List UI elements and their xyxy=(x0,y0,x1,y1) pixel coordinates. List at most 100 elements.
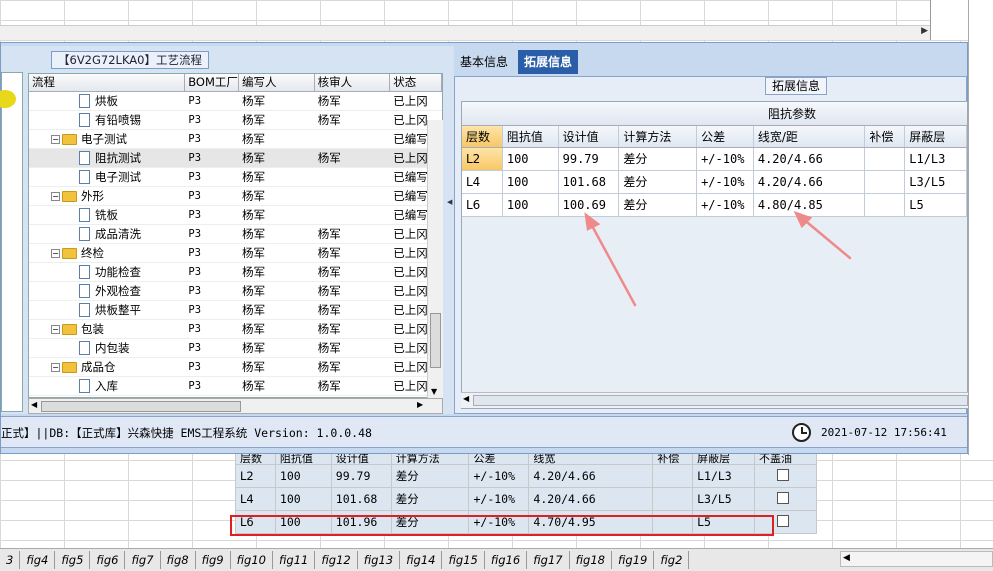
process-tab[interactable]: 【6V2G72LKA0】工艺流程 xyxy=(51,51,209,69)
sheet-horizontal-scrollbar[interactable]: ◀ xyxy=(840,551,993,567)
tree-node[interactable]: 功能检查 xyxy=(29,263,185,281)
impedance-cell[interactable]: 100 xyxy=(503,148,559,170)
sheet-tab[interactable]: fig2 xyxy=(654,551,690,569)
impedance-cell[interactable] xyxy=(865,171,906,193)
impedance-row[interactable]: L2 100 99.79 差分 +/-10% 4.20/4.66 L1/L3 xyxy=(462,148,967,171)
sheet-tab[interactable]: fig9 xyxy=(196,551,231,569)
tree-row[interactable]: − 终检 P3 杨军 杨军 已上冈 xyxy=(29,244,442,263)
sheet-tab[interactable]: fig8 xyxy=(161,551,196,569)
impedance-cell[interactable]: L2 xyxy=(462,148,503,170)
scroll-left-icon[interactable]: ◀ xyxy=(463,394,469,403)
spreadsheet-cell[interactable]: 差分 xyxy=(390,464,470,488)
tree-row[interactable]: − 外形 P3 杨军 已编写 xyxy=(29,187,442,206)
tree-row[interactable]: 成品清洗 P3 杨军 杨军 已上冈 xyxy=(29,225,442,244)
spreadsheet-cell[interactable]: L1/L3 xyxy=(692,464,756,488)
tree-node[interactable]: 电子测试 xyxy=(29,168,185,186)
tab-basic-info[interactable]: 基本信息 xyxy=(454,50,514,74)
sheet-tab[interactable]: fig17 xyxy=(527,551,570,569)
spreadsheet-cell[interactable]: 4.20/4.66 xyxy=(528,464,654,488)
tree-node[interactable]: 阻抗测试 xyxy=(29,149,185,167)
spreadsheet-cell[interactable] xyxy=(652,464,694,488)
tree-node[interactable]: − 成品仓 xyxy=(29,358,185,376)
sheet-tab[interactable]: 3 xyxy=(0,551,21,569)
tree-horizontal-scrollbar[interactable]: ◀ ▶ xyxy=(28,398,443,414)
impedance-horizontal-scrollbar[interactable]: ◀ xyxy=(461,392,968,408)
impedance-cell[interactable]: 4.80/4.85 xyxy=(754,194,866,216)
tree-row[interactable]: 烘板 P3 杨军 杨军 已上冈 xyxy=(29,92,442,111)
spreadsheet-cell[interactable]: 100 xyxy=(274,487,332,511)
sheet-tab[interactable]: fig12 xyxy=(315,551,358,569)
impedance-column-header[interactable]: 公差 xyxy=(697,126,754,147)
sheet-tab[interactable]: fig16 xyxy=(485,551,528,569)
impedance-column-header[interactable]: 计算方法 xyxy=(619,126,698,147)
sheet-tab[interactable]: fig11 xyxy=(273,551,316,569)
scroll-thumb[interactable] xyxy=(430,313,441,368)
tree-vertical-scrollbar[interactable]: ▼ xyxy=(427,120,443,398)
impedance-cell[interactable]: L3/L5 xyxy=(905,171,967,193)
spreadsheet-cell[interactable]: 差分 xyxy=(390,487,470,511)
scroll-right-icon[interactable]: ▶ xyxy=(417,400,423,409)
tree-row[interactable]: − 成品仓 P3 杨军 杨军 已上冈 xyxy=(29,358,442,377)
impedance-cell[interactable]: 差分 xyxy=(619,148,698,170)
panel-splitter[interactable]: ◀ xyxy=(446,46,454,414)
impedance-cell[interactable]: 100.69 xyxy=(559,194,620,216)
impedance-cell[interactable]: 差分 xyxy=(619,171,698,193)
spreadsheet-cell[interactable]: +/-10% xyxy=(468,487,530,511)
collapse-node-icon[interactable]: − xyxy=(51,324,60,334)
tree-row[interactable]: 阻抗测试 P3 杨军 杨军 已上冈 xyxy=(29,149,442,168)
tree-row[interactable]: 铣板 P3 杨军 已编写 xyxy=(29,206,442,225)
sheet-tab[interactable]: fig4 xyxy=(20,551,56,569)
checkbox[interactable] xyxy=(777,491,790,504)
tree-row[interactable]: 电子测试 P3 杨军 已编写 xyxy=(29,168,442,187)
sheet-tab[interactable]: fig6 xyxy=(90,551,126,569)
impedance-cell[interactable] xyxy=(865,194,906,216)
collapse-node-icon[interactable]: − xyxy=(51,362,60,372)
scroll-thumb[interactable] xyxy=(473,395,968,406)
tree-node[interactable]: 外观检查 xyxy=(29,282,185,300)
spreadsheet-cell[interactable] xyxy=(754,487,817,511)
tree-column-header[interactable]: 核审人 xyxy=(315,74,391,91)
tree-node[interactable]: 有铅喷锡 xyxy=(29,111,185,129)
tree-node[interactable]: 烘板整平 xyxy=(29,301,185,319)
sheet-tab[interactable]: fig18 xyxy=(570,551,612,569)
impedance-row[interactable]: L4 100 101.68 差分 +/-10% 4.20/4.66 L3/L5 xyxy=(462,171,967,194)
tree-row[interactable]: 入库 P3 杨军 杨军 已上冈 xyxy=(29,377,442,396)
impedance-column-header[interactable]: 阻抗值 xyxy=(503,126,559,147)
tree-node[interactable]: 内包装 xyxy=(29,339,185,357)
impedance-cell[interactable] xyxy=(865,148,906,170)
impedance-cell[interactable]: 99.79 xyxy=(559,148,620,170)
sheet-tab[interactable]: fig5 xyxy=(55,551,91,569)
collapse-node-icon[interactable]: − xyxy=(51,191,60,201)
tree-node[interactable]: − 外形 xyxy=(29,187,185,205)
tree-column-header[interactable]: 流程 xyxy=(29,74,186,91)
tree-row[interactable]: 有铅喷锡 P3 杨军 杨军 已上冈 xyxy=(29,111,442,130)
sheet-tab[interactable]: fig13 xyxy=(358,551,401,569)
impedance-column-header[interactable]: 屏蔽层 xyxy=(905,126,967,147)
sheet-tab[interactable]: fig19 xyxy=(612,551,655,569)
spreadsheet-cell[interactable]: +/-10% xyxy=(468,464,530,488)
sheet-tab[interactable]: fig7 xyxy=(125,551,161,569)
spreadsheet-cell[interactable]: 100 xyxy=(274,464,332,488)
tree-node[interactable]: 成品清洗 xyxy=(29,225,185,243)
tree-row[interactable]: 内包装 P3 杨军 杨军 已上冈 xyxy=(29,339,442,358)
spreadsheet-cell[interactable]: 99.79 xyxy=(330,464,392,488)
impedance-cell[interactable]: 101.68 xyxy=(559,171,620,193)
sheet-tab[interactable]: fig14 xyxy=(400,551,443,569)
impedance-cell[interactable]: 100 xyxy=(503,194,559,216)
checkbox[interactable] xyxy=(777,514,790,527)
impedance-cell[interactable]: L4 xyxy=(462,171,503,193)
tree-row[interactable]: 外观检查 P3 杨军 杨军 已上冈 xyxy=(29,282,442,301)
tree-node[interactable]: − 终检 xyxy=(29,244,185,262)
tree-row[interactable]: − 包装 P3 杨军 杨军 已上冈 xyxy=(29,320,442,339)
sheet-tab[interactable]: fig10 xyxy=(231,551,273,569)
tree-row[interactable]: 功能检查 P3 杨军 杨军 已上冈 xyxy=(29,263,442,282)
tab-extension-info[interactable]: 拓展信息 xyxy=(518,50,579,74)
impedance-cell[interactable]: 4.20/4.66 xyxy=(754,148,866,170)
checkbox[interactable] xyxy=(777,468,790,481)
impedance-cell[interactable]: +/-10% xyxy=(697,148,754,170)
impedance-cell[interactable]: 100 xyxy=(503,171,559,193)
spreadsheet-cell[interactable] xyxy=(754,464,817,488)
tree-column-header[interactable]: 状态 xyxy=(390,74,442,91)
impedance-cell[interactable]: 4.20/4.66 xyxy=(754,171,866,193)
spreadsheet-cell[interactable]: L4 xyxy=(235,487,276,511)
